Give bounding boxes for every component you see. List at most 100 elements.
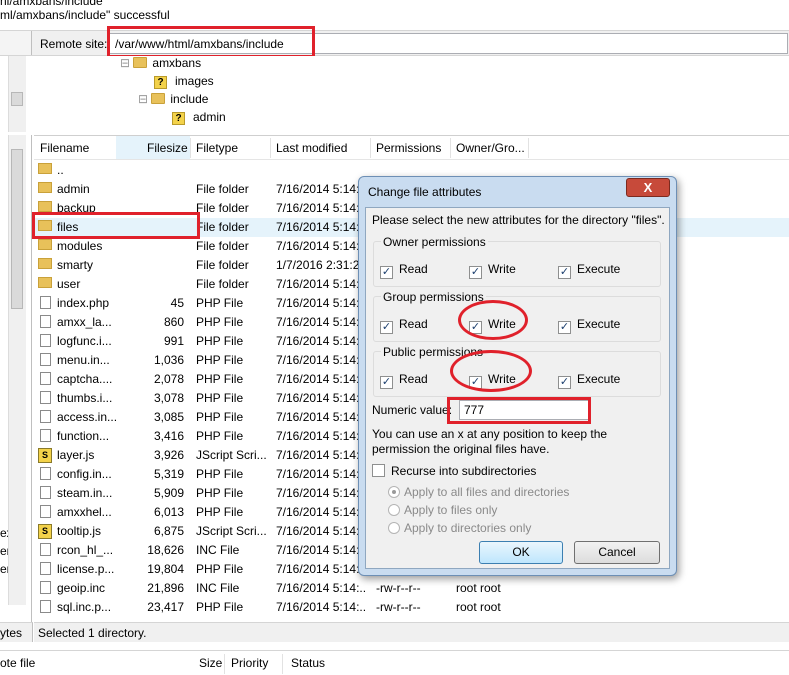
- cell-last-modified: 7/16/2014 5:14:...: [276, 486, 366, 500]
- apply-files-radio[interactable]: Apply to files only: [388, 503, 497, 517]
- column-divider: [282, 654, 283, 674]
- highlight-numeric-value: [447, 397, 591, 424]
- scroll-thumb[interactable]: [11, 149, 23, 309]
- close-button[interactable]: X: [626, 178, 670, 197]
- owner-write-checkbox[interactable]: ✓ Write: [469, 262, 516, 279]
- table-row[interactable]: sql.inc.p... 23,417 PHP File 7/16/2014 5:14…: [34, 598, 789, 617]
- col-last-modified[interactable]: Last modified: [276, 141, 347, 155]
- cell-filetype: PHP File: [196, 486, 244, 500]
- cell-filename: modules: [57, 239, 103, 253]
- cell-filesize: 6,013: [153, 505, 184, 519]
- col-filename[interactable]: Filename: [40, 141, 89, 155]
- cell-filename: geoip.inc: [57, 581, 106, 595]
- dialog-title: Change file attributes: [368, 185, 482, 199]
- cell-last-modified: 7/16/2014 5:14:...: [276, 600, 366, 614]
- file-icon: [40, 391, 51, 404]
- cell-filetype: INC File: [196, 581, 240, 595]
- cell-last-modified: 7/16/2014 5:14:...: [276, 524, 366, 538]
- ok-button[interactable]: OK: [479, 541, 563, 564]
- cell-permissions: -rw-r--r--: [376, 581, 421, 595]
- col-permissions[interactable]: Permissions: [376, 141, 441, 155]
- cell-filetype: PHP File: [196, 410, 244, 424]
- cell-filename: captcha....: [57, 372, 113, 386]
- cell-last-modified: 7/16/2014 5:14:...: [276, 391, 366, 405]
- cell-filetype: PHP File: [196, 505, 244, 519]
- remote-status-bar: Selected 1 directory.: [34, 622, 789, 642]
- cell-filesize: 3,926: [153, 448, 184, 462]
- cell-filesize: 3,416: [153, 429, 184, 443]
- cell-last-modified: 1/7/2016 2:31:2...: [276, 258, 366, 272]
- col-owner-group[interactable]: Owner/Gro...: [456, 141, 525, 155]
- cell-last-modified: 7/16/2014 5:14:...: [276, 201, 366, 215]
- script-file-icon: S: [38, 448, 52, 463]
- close-icon: X: [643, 180, 653, 195]
- status-text: Selected 1 directory.: [38, 626, 147, 640]
- checkbox-label: Execute: [577, 262, 621, 276]
- cell-filetype: PHP File: [196, 562, 244, 576]
- group-execute-checkbox[interactable]: ✓ Execute: [558, 317, 620, 334]
- column-divider: [224, 654, 225, 674]
- cell-filetype: PHP File: [196, 391, 244, 405]
- cell-filetype: PHP File: [196, 353, 244, 367]
- apply-all-radio[interactable]: Apply to all files and directories: [388, 485, 569, 499]
- cell-filetype: PHP File: [196, 429, 244, 443]
- cell-last-modified: 7/16/2014 5:14:...: [276, 239, 366, 253]
- cell-last-modified: 7/16/2014 5:14:...: [276, 277, 366, 291]
- file-icon: [40, 543, 51, 556]
- fragment-text: ytes: [0, 626, 23, 640]
- remote-site-label: Remote site:: [40, 37, 108, 51]
- checkbox-label: Execute: [577, 317, 621, 331]
- owner-read-checkbox[interactable]: ✓ Read: [380, 262, 428, 279]
- tree-item-amxbans[interactable]: ⊟ amxbans: [120, 56, 201, 70]
- check-icon: ✓: [380, 376, 393, 389]
- tree-item-label: amxbans: [152, 56, 202, 70]
- cell-filename: menu.in...: [57, 353, 110, 367]
- check-icon: ✓: [380, 321, 393, 334]
- folder-icon: [38, 182, 52, 193]
- cell-filename: tooltip.js: [57, 524, 102, 538]
- group-read-checkbox[interactable]: ✓ Read: [380, 317, 428, 334]
- queue-col-file[interactable]: ote file: [0, 656, 35, 670]
- folder-icon: [133, 57, 148, 68]
- cell-last-modified: 7/16/2014 5:14:...: [276, 543, 366, 557]
- cell-filename: admin: [57, 182, 90, 196]
- scroll-thumb[interactable]: [11, 92, 23, 106]
- col-filesize[interactable]: Filesize: [147, 141, 188, 155]
- unknown-folder-icon: ?: [154, 76, 167, 89]
- highlight-public-write: [450, 350, 532, 392]
- queue-col-priority[interactable]: Priority: [231, 656, 268, 670]
- apply-dirs-radio[interactable]: Apply to directories only: [388, 521, 531, 535]
- tree-item-images[interactable]: ? images: [154, 74, 214, 89]
- column-header: Filename Filesize Filetype Last modified…: [34, 136, 789, 160]
- queue-col-status[interactable]: Status: [291, 656, 325, 670]
- public-read-checkbox[interactable]: ✓ Read: [380, 372, 428, 389]
- cell-filename: user: [57, 277, 81, 291]
- file-icon: [40, 429, 51, 442]
- tree-item-include[interactable]: ⊟ include: [138, 92, 208, 106]
- folder-icon: [38, 258, 52, 269]
- cancel-button[interactable]: Cancel: [574, 541, 660, 564]
- local-list-scrollbar[interactable]: [8, 135, 26, 605]
- tree-item-admin[interactable]: ? admin: [172, 110, 226, 125]
- column-divider: [370, 138, 371, 158]
- cell-filesize: 18,626: [147, 543, 184, 557]
- cell-filename: amxxhel...: [57, 505, 112, 519]
- queue-col-size[interactable]: Size: [199, 656, 222, 670]
- file-icon: [40, 600, 51, 613]
- cell-filesize: 1,036: [153, 353, 184, 367]
- cell-owner: root root: [456, 581, 501, 595]
- local-tree-scrollbar[interactable]: [8, 56, 26, 132]
- public-execute-checkbox[interactable]: ✓ Execute: [558, 372, 620, 389]
- cell-last-modified: 7/16/2014 5:14:...: [276, 334, 366, 348]
- table-row[interactable]: geoip.inc 21,896 INC File 7/16/2014 5:14:..…: [34, 579, 789, 598]
- cell-last-modified: 7/16/2014 5:14:...: [276, 372, 366, 386]
- recurse-checkbox[interactable]: Recurse into subdirectories: [372, 464, 536, 478]
- checkbox-label: Recurse into subdirectories: [391, 464, 537, 478]
- check-icon: ✓: [558, 376, 571, 389]
- cell-filesize: 5,319: [153, 467, 184, 481]
- owner-execute-checkbox[interactable]: ✓ Execute: [558, 262, 620, 279]
- cell-filetype: JScript Scri...: [196, 448, 267, 462]
- col-filetype[interactable]: Filetype: [196, 141, 238, 155]
- folder-icon: [38, 239, 52, 250]
- column-divider: [270, 138, 271, 158]
